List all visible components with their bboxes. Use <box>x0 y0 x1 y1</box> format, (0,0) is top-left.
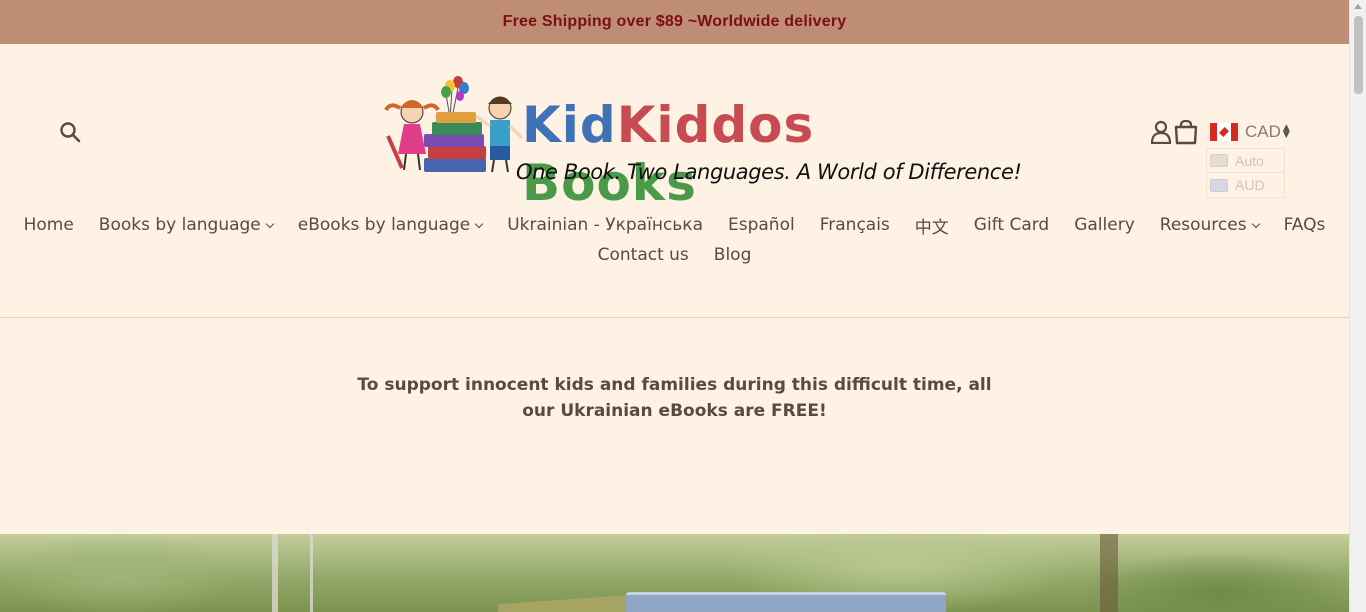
main-navigation: Home Books by language eBooks by languag… <box>0 210 1349 270</box>
nav-row-1: Home Books by language eBooks by languag… <box>0 210 1349 240</box>
nav-item-chinese[interactable]: 中文 <box>915 213 949 238</box>
hero-tree <box>1100 534 1118 612</box>
ukraine-support-notice: To support innocent kids and families du… <box>0 372 1349 424</box>
nav-item-faqs[interactable]: FAQs <box>1284 215 1326 235</box>
currency-selected: CAD <box>1245 122 1281 141</box>
currency-options: Auto AUD <box>1206 148 1285 198</box>
scroll-up-arrow-icon[interactable] <box>1354 4 1362 9</box>
nav-item-label: Español <box>728 215 795 235</box>
currency-option-label: Auto <box>1235 152 1264 169</box>
nav-row-2: Contact us Blog <box>0 240 1349 270</box>
chevron-down-icon <box>474 219 484 228</box>
nav-item-ukrainian[interactable]: Ukrainian - Українська <box>507 215 703 235</box>
search-icon[interactable] <box>58 120 82 144</box>
nav-item-label: Contact us <box>597 245 689 265</box>
hero-grass-stalk <box>310 534 313 612</box>
announcement-bar: Free Shipping over $89 ~Worldwide delive… <box>0 0 1349 44</box>
user-icon[interactable] <box>1150 120 1172 145</box>
nav-item-resources[interactable]: Resources <box>1159 215 1260 235</box>
nav-item-label: Ukrainian - Українська <box>507 215 703 235</box>
nav-item-blog[interactable]: Blog <box>714 245 752 265</box>
canada-flag-icon <box>1210 123 1238 141</box>
notice-text: To support innocent kids and families du… <box>357 375 992 421</box>
nav-item-gallery[interactable]: Gallery <box>1074 215 1135 235</box>
shopping-bag-icon[interactable] <box>1174 119 1198 145</box>
currency-option-auto[interactable]: Auto <box>1206 148 1285 173</box>
nav-item-label: Books by language <box>98 215 261 235</box>
nav-item-label: Français <box>819 215 890 235</box>
nav-item-francais[interactable]: Français <box>820 215 890 235</box>
currency-selector[interactable]: CAD ▲ ▼ <box>1210 122 1290 142</box>
currency-option-aud[interactable]: AUD <box>1206 173 1285 198</box>
refresh-icon <box>1210 154 1228 167</box>
logo-tagline: One Book. Two Languages. A World of Diff… <box>516 160 1022 184</box>
hero-image <box>0 534 1349 612</box>
nav-item-gift-card[interactable]: Gift Card <box>974 215 1049 235</box>
nav-item-label: Resources <box>1159 215 1247 235</box>
logo-word-kiddos: Kiddos <box>616 96 815 154</box>
currency-option-label: AUD <box>1235 177 1265 193</box>
sort-arrows-icon: ▲ ▼ <box>1282 123 1290 140</box>
nav-item-ebooks-by-language[interactable]: eBooks by language <box>297 215 484 235</box>
chevron-down-icon <box>265 219 275 228</box>
nav-item-label: Blog <box>713 245 752 265</box>
kids-on-books-illustration <box>384 76 524 173</box>
nav-item-label: eBooks by language <box>297 215 471 235</box>
australia-flag-icon <box>1210 178 1228 192</box>
scrollbar-thumb[interactable] <box>1354 16 1363 94</box>
logo-wordmark: KidKiddos Books <box>522 96 978 212</box>
nav-item-books-by-language[interactable]: Books by language <box>98 215 275 235</box>
nav-item-label: Home <box>23 215 74 235</box>
site-header: KidKiddos Books One Book. Two Languages.… <box>0 44 1349 318</box>
site-logo[interactable]: KidKiddos Books One Book. Two Languages.… <box>378 72 1022 212</box>
nav-item-home[interactable]: Home <box>24 215 74 235</box>
nav-item-label: FAQs <box>1283 215 1326 235</box>
logo-word-kid: Kid <box>522 96 617 154</box>
chevron-down-icon <box>1251 219 1260 228</box>
nav-item-contact-us[interactable]: Contact us <box>598 245 689 265</box>
announcement-text: Free Shipping over $89 ~Worldwide delive… <box>502 13 847 30</box>
nav-item-label: Gallery <box>1074 215 1135 235</box>
nav-item-label: Gift Card <box>973 215 1050 235</box>
hero-book <box>626 592 946 612</box>
nav-item-espanol[interactable]: Español <box>728 215 795 235</box>
nav-item-label: 中文 <box>914 217 949 238</box>
hero-grass-stalk <box>272 534 278 612</box>
page-scrollbar[interactable] <box>1349 0 1366 612</box>
